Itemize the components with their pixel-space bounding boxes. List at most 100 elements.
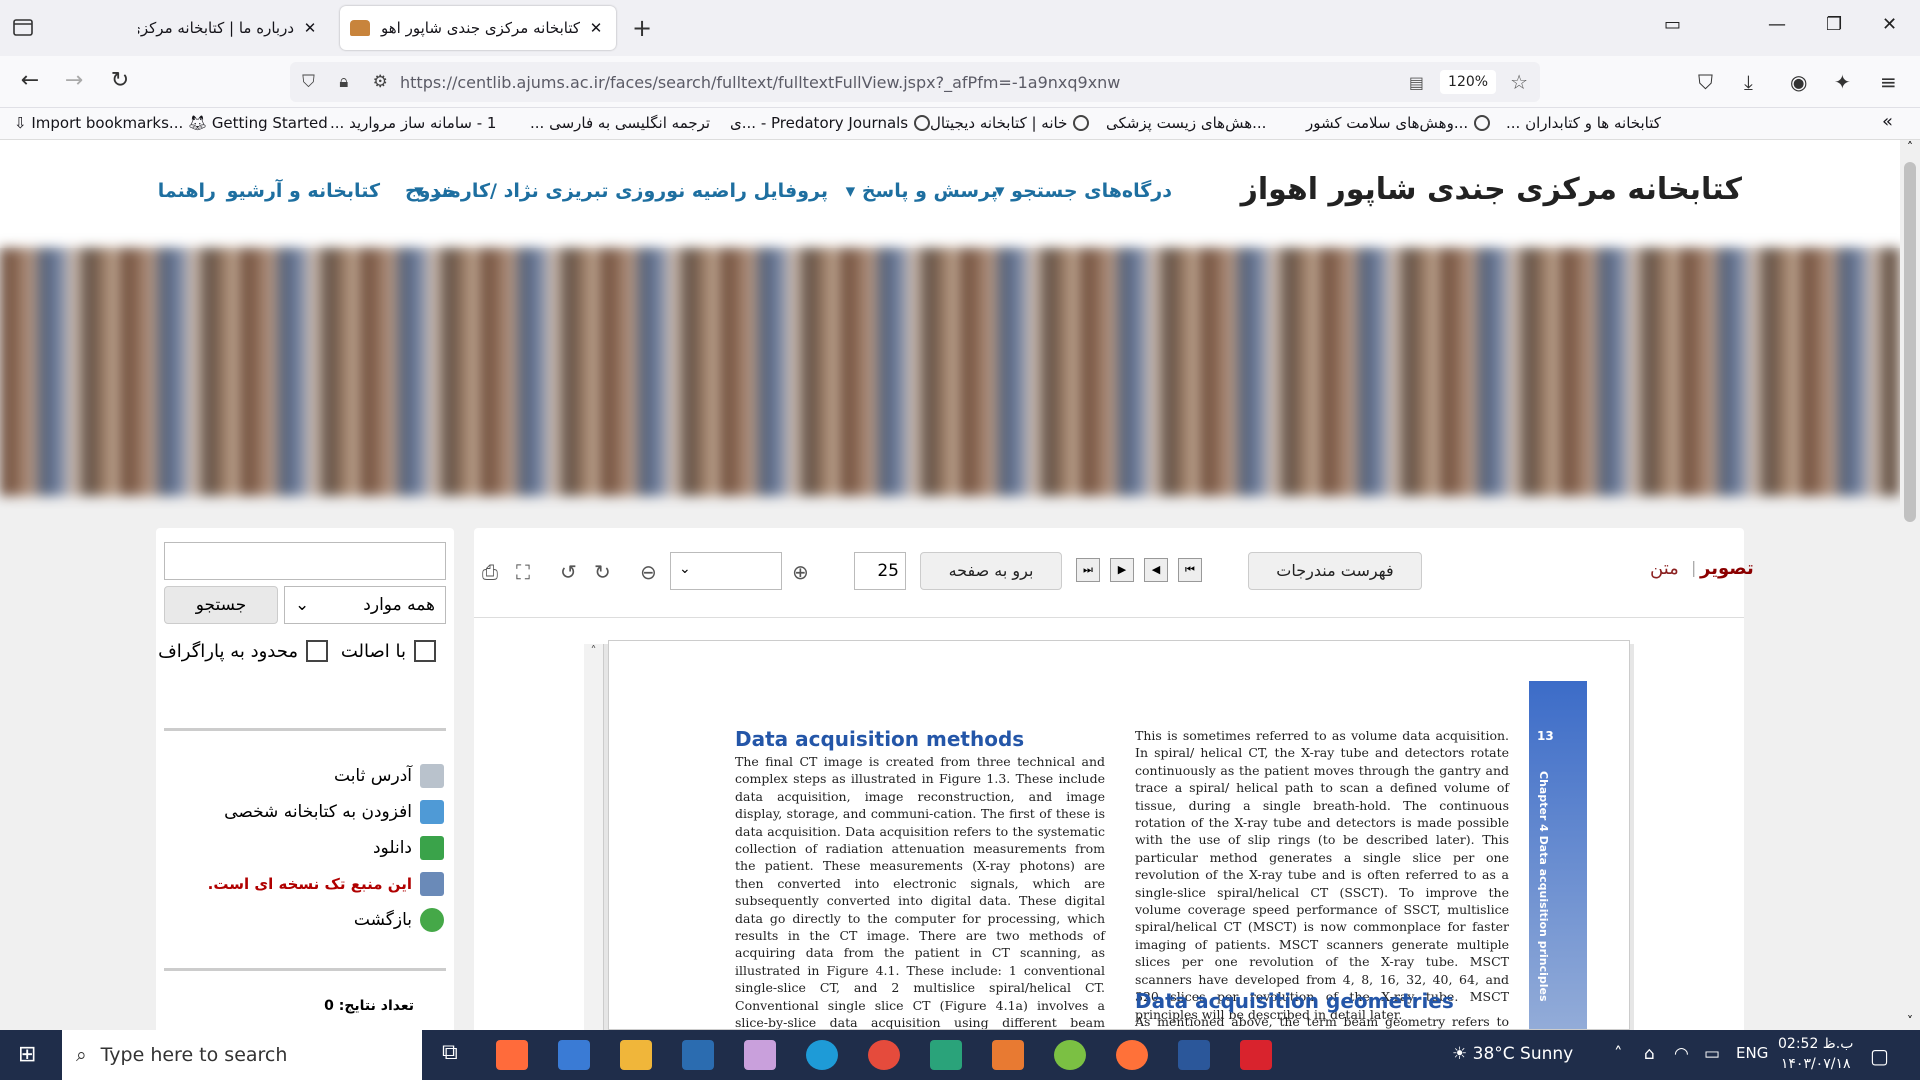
page-number-input[interactable]: 25 <box>854 552 906 590</box>
battery-icon[interactable]: ▭ <box>1704 1044 1720 1064</box>
bookmark-morvarid[interactable]: 1 - سامانه ساز مروارید ... <box>330 114 496 132</box>
zoom-in-icon[interactable]: ⊕ <box>792 560 809 584</box>
task-view-icon[interactable]: ⧉ <box>442 1040 458 1065</box>
bookmark-digital-library[interactable]: خانه | کتابخانه دیجیتال <box>930 114 1090 132</box>
permissions-icon[interactable]: ⚙ <box>373 72 388 92</box>
checkbox-box[interactable] <box>414 640 436 662</box>
close-window-icon[interactable]: ✕ <box>1882 14 1897 35</box>
edge-icon[interactable] <box>806 1040 838 1070</box>
bookmark-health-research[interactable]: ...وهش‌های سلامت کشور <box>1306 114 1491 132</box>
search-scope-select[interactable]: همه موارد ⌄ <box>284 586 446 624</box>
tab-central-library[interactable]: کتابخانه مرکزی جندی شاپور اهو - ✕ <box>340 6 616 50</box>
rotate-right-icon[interactable]: ↻ <box>594 560 611 584</box>
zoom-level[interactable]: 120% <box>1440 70 1497 94</box>
add-to-personal-library-action[interactable]: افزودن به کتابخانه شخصی <box>224 800 444 824</box>
close-icon[interactable]: ✕ <box>300 19 320 37</box>
search-input[interactable] <box>164 542 446 580</box>
go-to-page-button[interactable]: برو به صفحه <box>920 552 1062 590</box>
forward-arrow-icon[interactable]: → <box>60 68 88 93</box>
scroll-up-icon[interactable]: ˄ <box>584 644 603 658</box>
app-icon[interactable] <box>992 1040 1024 1070</box>
permalink-action[interactable]: آدرس ثابت <box>334 764 444 788</box>
reader-view-icon[interactable]: ▤ <box>1409 73 1424 92</box>
notification-icon[interactable]: ▢ <box>1870 1044 1889 1068</box>
language-indicator[interactable]: ENG <box>1736 1044 1768 1062</box>
tab-text-view[interactable]: متن <box>1650 558 1679 579</box>
taskbar-search[interactable]: ⌕ Type here to search <box>62 1030 422 1080</box>
tab-about-library[interactable]: درباره ما | کتابخانه مرکزی ✕ <box>128 6 330 50</box>
scroll-down-icon[interactable]: ˅ <box>1900 1014 1920 1028</box>
network-icon[interactable]: ⌂ <box>1644 1044 1655 1064</box>
bookmark-translate[interactable]: ترجمه انگلیسی به فارسی ... <box>530 114 710 132</box>
close-icon[interactable]: ✕ <box>586 19 606 37</box>
bookmark-import[interactable]: ⇩ Import bookmarks... <box>14 114 183 132</box>
bookmark-predatory[interactable]: Predatory Journals - ...ی <box>730 114 931 132</box>
reload-icon[interactable]: ↻ <box>106 68 134 93</box>
mail-icon[interactable] <box>682 1040 714 1070</box>
bookmark-librarians[interactable]: کتابخانه ها و کتابداران ... <box>1506 114 1661 132</box>
minimize-icon[interactable]: — <box>1768 14 1786 35</box>
word-icon[interactable] <box>1178 1040 1210 1070</box>
print-icon[interactable]: ⎙ <box>482 560 498 584</box>
menu-search-portals[interactable]: درگاه‌های جستجو ▾ <box>995 180 1172 202</box>
file-explorer-icon[interactable] <box>620 1040 652 1070</box>
menu-library-archive[interactable]: کتابخانه و آرشیو <box>227 180 380 202</box>
chrome-icon[interactable] <box>868 1040 900 1070</box>
download-icon[interactable]: ⤓ <box>1744 70 1753 94</box>
lock-icon[interactable]: 🔒︎ <box>339 72 348 92</box>
account-icon[interactable]: ◉ <box>1790 70 1807 94</box>
store-icon[interactable] <box>558 1040 590 1070</box>
address-bar[interactable]: ⛉ 🔒︎ ⚙ https://centlib.ajums.ac.ir/faces… <box>290 62 1540 102</box>
bookmark-star-icon[interactable]: ☆ <box>1510 70 1528 94</box>
next-page-icon[interactable]: ▶ <box>1110 558 1134 582</box>
menu-logout[interactable]: خروج <box>405 180 456 202</box>
shield-icon[interactable]: ⛉ <box>302 72 315 92</box>
scroll-up-icon[interactable]: ˄ <box>1900 140 1920 154</box>
app-icon[interactable] <box>1054 1040 1086 1070</box>
site-header: کتابخانه مرکزی جندی شاپور اهواز درگاه‌ها… <box>0 140 1900 248</box>
app-icon[interactable] <box>496 1040 528 1070</box>
first-page-icon[interactable]: ⏮ <box>1178 558 1202 582</box>
menu-help[interactable]: راهنما <box>158 180 216 202</box>
menu-profile[interactable]: پروفایل راضیه نوروزی تبریزی نژاد /کارمند… <box>414 180 828 202</box>
checkbox-authentic[interactable]: با اصالت <box>341 640 436 662</box>
windows-start-icon[interactable]: ⊞ <box>18 1042 36 1067</box>
tab-image-view[interactable]: تصویر <box>1700 558 1754 579</box>
scrollbar-thumb[interactable] <box>1904 162 1916 522</box>
bookmark-biomedical[interactable]: ...هش‌های زیست پزشکی <box>1106 114 1266 132</box>
clock[interactable]: 02:52 ب.ظ ۱۴۰۳/۰۷/۱۸ <box>1778 1034 1853 1074</box>
back-arrow-icon[interactable]: ← <box>16 68 44 93</box>
download-action[interactable]: دانلود <box>373 836 444 860</box>
document-scrollbar[interactable]: ˄ <box>584 644 604 1030</box>
tab-overview-icon[interactable]: ▭ <box>1664 14 1681 35</box>
search-button[interactable]: جستجو <box>164 586 278 624</box>
page-scrollbar[interactable]: ˄ ˅ <box>1900 140 1920 1030</box>
paint-icon[interactable] <box>744 1040 776 1070</box>
zoom-out-icon[interactable]: ⊖ <box>640 560 657 584</box>
pocket-icon[interactable]: ⛉ <box>1698 70 1713 94</box>
acrobat-icon[interactable] <box>1240 1040 1272 1070</box>
restore-icon[interactable]: ❐ <box>1826 14 1842 35</box>
bookmark-getting-started[interactable]: 🦊︎ Getting Started <box>188 114 328 132</box>
last-page-icon[interactable]: ⏭ <box>1076 558 1100 582</box>
tab-list-icon[interactable] <box>12 16 36 40</box>
weather-widget[interactable]: ☀ 38°C Sunny <box>1452 1044 1573 1064</box>
firefox-icon[interactable] <box>1116 1040 1148 1070</box>
security-icon[interactable] <box>930 1040 962 1070</box>
wifi-icon[interactable]: ◠ <box>1674 1044 1689 1064</box>
fit-page-icon[interactable]: ⛶ <box>516 560 530 584</box>
table-of-contents-button[interactable]: فهرست مندرجات <box>1248 552 1422 590</box>
extensions-icon[interactable]: ✦ <box>1834 70 1851 94</box>
menu-hamburger-icon[interactable]: ≡ <box>1880 70 1897 94</box>
url-text[interactable]: https://centlib.ajums.ac.ir/faces/search… <box>400 73 1409 92</box>
menu-q-and-a[interactable]: پرسش و پاسخ ▾ <box>846 180 998 202</box>
zoom-select[interactable]: ⌄ <box>670 552 782 590</box>
checkbox-paragraph[interactable]: محدود به پاراگراف <box>158 640 328 662</box>
new-tab-plus-icon[interactable]: + <box>632 14 652 42</box>
more-bookmarks-chevron-icon[interactable]: » <box>1882 111 1893 132</box>
rotate-left-icon[interactable]: ↺ <box>560 560 577 584</box>
checkbox-box[interactable] <box>306 640 328 662</box>
previous-page-icon[interactable]: ◀ <box>1144 558 1168 582</box>
back-action[interactable]: بازگشت <box>354 908 444 932</box>
tray-chevron-icon[interactable]: ˄ <box>1614 1044 1623 1064</box>
